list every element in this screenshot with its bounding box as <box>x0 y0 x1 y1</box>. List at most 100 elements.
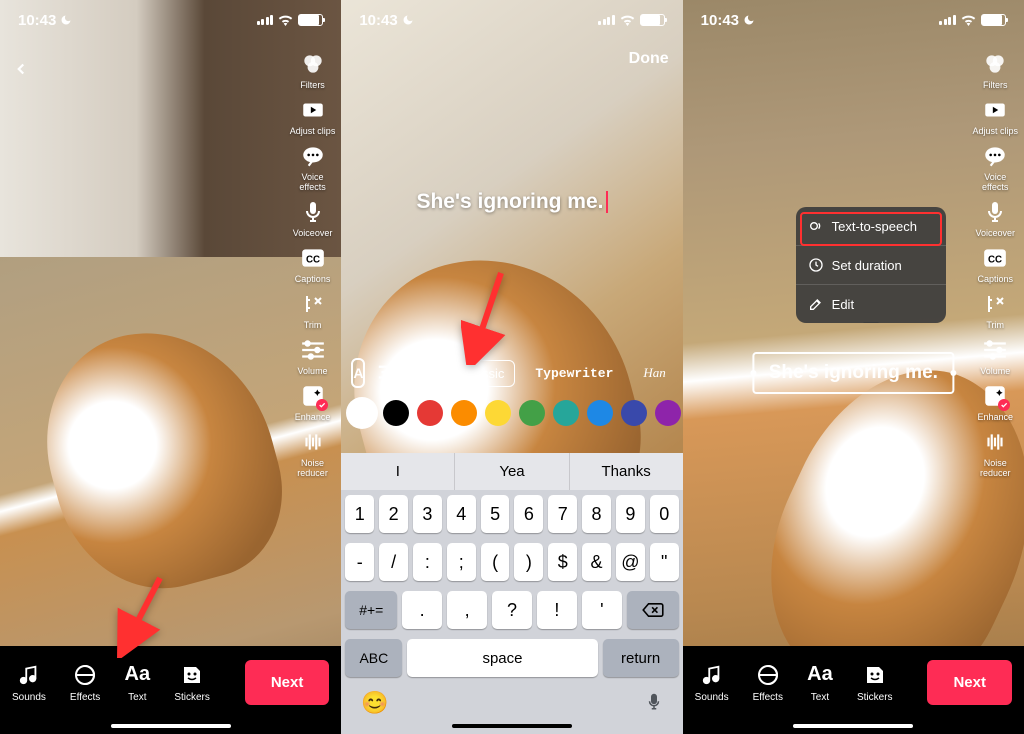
color-teal[interactable] <box>553 400 579 426</box>
key-dash[interactable]: - <box>345 543 374 581</box>
voice-effects-button[interactable]: Voice effects <box>981 142 1009 192</box>
key-at[interactable]: @ <box>616 543 645 581</box>
key-dollar[interactable]: $ <box>548 543 577 581</box>
volume-button[interactable]: Volume <box>980 336 1010 376</box>
text-button[interactable]: AaText <box>124 662 150 703</box>
sounds-label: Sounds <box>12 692 46 703</box>
adjust-clips-button[interactable]: Adjust clips <box>290 96 336 136</box>
font-typewriter[interactable]: Typewriter <box>525 361 623 386</box>
volume-button[interactable]: Volume <box>298 336 328 376</box>
text-element-selected[interactable]: She's ignoring me. <box>753 352 954 394</box>
key-comma[interactable]: , <box>447 591 487 629</box>
color-purple[interactable] <box>655 400 681 426</box>
trim-button[interactable]: Trim <box>981 290 1009 330</box>
key-return[interactable]: return <box>603 639 679 677</box>
filters-button[interactable]: Filters <box>981 50 1009 90</box>
noise-reducer-button[interactable]: Noise reducer <box>980 428 1011 478</box>
captions-button[interactable]: CCCaptions <box>977 244 1013 284</box>
key-quote[interactable]: " <box>650 543 679 581</box>
enhance-label: Enhance <box>295 412 331 422</box>
enhance-button[interactable]: Enhance <box>977 382 1013 422</box>
key-6[interactable]: 6 <box>514 495 543 533</box>
key-colon[interactable]: : <box>413 543 442 581</box>
filters-button[interactable]: Filters <box>299 50 327 90</box>
key-0[interactable]: 0 <box>650 495 679 533</box>
emoji-button[interactable]: 😊 <box>361 690 388 716</box>
key-5[interactable]: 5 <box>481 495 510 533</box>
noise-reducer-label: Noise reducer <box>297 458 328 478</box>
key-lparen[interactable]: ( <box>481 543 510 581</box>
text-to-speech-toggle[interactable] <box>407 358 431 388</box>
text-button[interactable]: AaText <box>807 662 833 703</box>
back-button[interactable] <box>12 60 30 78</box>
font-handwriting[interactable]: Han <box>633 360 675 386</box>
voiceover-button[interactable]: Voiceover <box>293 198 333 238</box>
key-semicolon[interactable]: ; <box>447 543 476 581</box>
status-time: 10:43 <box>359 12 397 29</box>
key-apostrophe[interactable]: ' <box>582 591 622 629</box>
text-background-toggle[interactable]: A <box>351 358 365 388</box>
menu-edit[interactable]: Edit <box>796 285 946 323</box>
suggestion-2[interactable]: Yea <box>455 453 569 490</box>
color-blue[interactable] <box>587 400 613 426</box>
trim-button[interactable]: Trim <box>299 290 327 330</box>
text-input-overlay[interactable]: She's ignoring me. <box>341 190 682 214</box>
key-4[interactable]: 4 <box>447 495 476 533</box>
color-orange[interactable] <box>451 400 477 426</box>
key-slash[interactable]: / <box>379 543 408 581</box>
color-indigo[interactable] <box>621 400 647 426</box>
noise-reducer-button[interactable]: Noise reducer <box>297 428 328 478</box>
key-space[interactable]: space <box>407 639 597 677</box>
text-cursor <box>606 191 608 213</box>
menu-text-to-speech[interactable]: Text-to-speech <box>796 207 946 246</box>
key-exclaim[interactable]: ! <box>537 591 577 629</box>
voice-effects-button[interactable]: Voice effects <box>299 142 327 192</box>
key-1[interactable]: 1 <box>345 495 374 533</box>
next-button[interactable]: Next <box>245 660 330 705</box>
key-period[interactable]: . <box>402 591 442 629</box>
color-yellow[interactable] <box>485 400 511 426</box>
key-3[interactable]: 3 <box>413 495 442 533</box>
key-8[interactable]: 8 <box>582 495 611 533</box>
color-red[interactable] <box>417 400 443 426</box>
color-green[interactable] <box>519 400 545 426</box>
sounds-button[interactable]: Sounds <box>695 662 729 703</box>
stickers-button[interactable]: Stickers <box>857 662 893 703</box>
text-align-button[interactable] <box>375 358 397 388</box>
suggestion-1[interactable]: I <box>341 453 455 490</box>
bottom-toolbar: Sounds Effects AaText Stickers Next <box>0 646 341 734</box>
key-question[interactable]: ? <box>492 591 532 629</box>
key-amp[interactable]: & <box>582 543 611 581</box>
sounds-button[interactable]: Sounds <box>12 662 46 703</box>
next-button[interactable]: Next <box>927 660 1012 705</box>
status-bar: 10:43 <box>683 0 1024 40</box>
color-white[interactable] <box>349 400 375 426</box>
key-backspace[interactable] <box>627 591 679 629</box>
status-time: 10:43 <box>18 12 56 29</box>
done-button[interactable]: Done <box>629 50 669 68</box>
enhance-button[interactable]: Enhance <box>295 382 331 422</box>
key-7[interactable]: 7 <box>548 495 577 533</box>
adjust-clips-button[interactable]: Adjust clips <box>972 96 1018 136</box>
volume-label: Volume <box>298 366 328 376</box>
key-abc[interactable]: ABC <box>345 639 402 677</box>
voiceover-button[interactable]: Voiceover <box>975 198 1015 238</box>
suggestion-3[interactable]: Thanks <box>570 453 683 490</box>
captions-button[interactable]: CCCaptions <box>295 244 331 284</box>
key-symbols-shift[interactable]: #+= <box>345 591 397 629</box>
menu-set-duration[interactable]: Set duration <box>796 246 946 285</box>
wifi-icon <box>278 15 293 26</box>
right-toolbar: Filters Adjust clips Voice effects Voice… <box>290 50 336 478</box>
home-indicator[interactable] <box>111 724 231 728</box>
home-indicator[interactable] <box>452 724 572 728</box>
effects-button[interactable]: Effects <box>70 662 100 703</box>
battery-icon <box>981 14 1006 26</box>
key-rparen[interactable]: ) <box>514 543 543 581</box>
dictation-button[interactable] <box>645 690 663 716</box>
key-9[interactable]: 9 <box>616 495 645 533</box>
stickers-button[interactable]: Stickers <box>174 662 210 703</box>
key-2[interactable]: 2 <box>379 495 408 533</box>
home-indicator[interactable] <box>793 724 913 728</box>
effects-button[interactable]: Effects <box>753 662 783 703</box>
color-black[interactable] <box>383 400 409 426</box>
